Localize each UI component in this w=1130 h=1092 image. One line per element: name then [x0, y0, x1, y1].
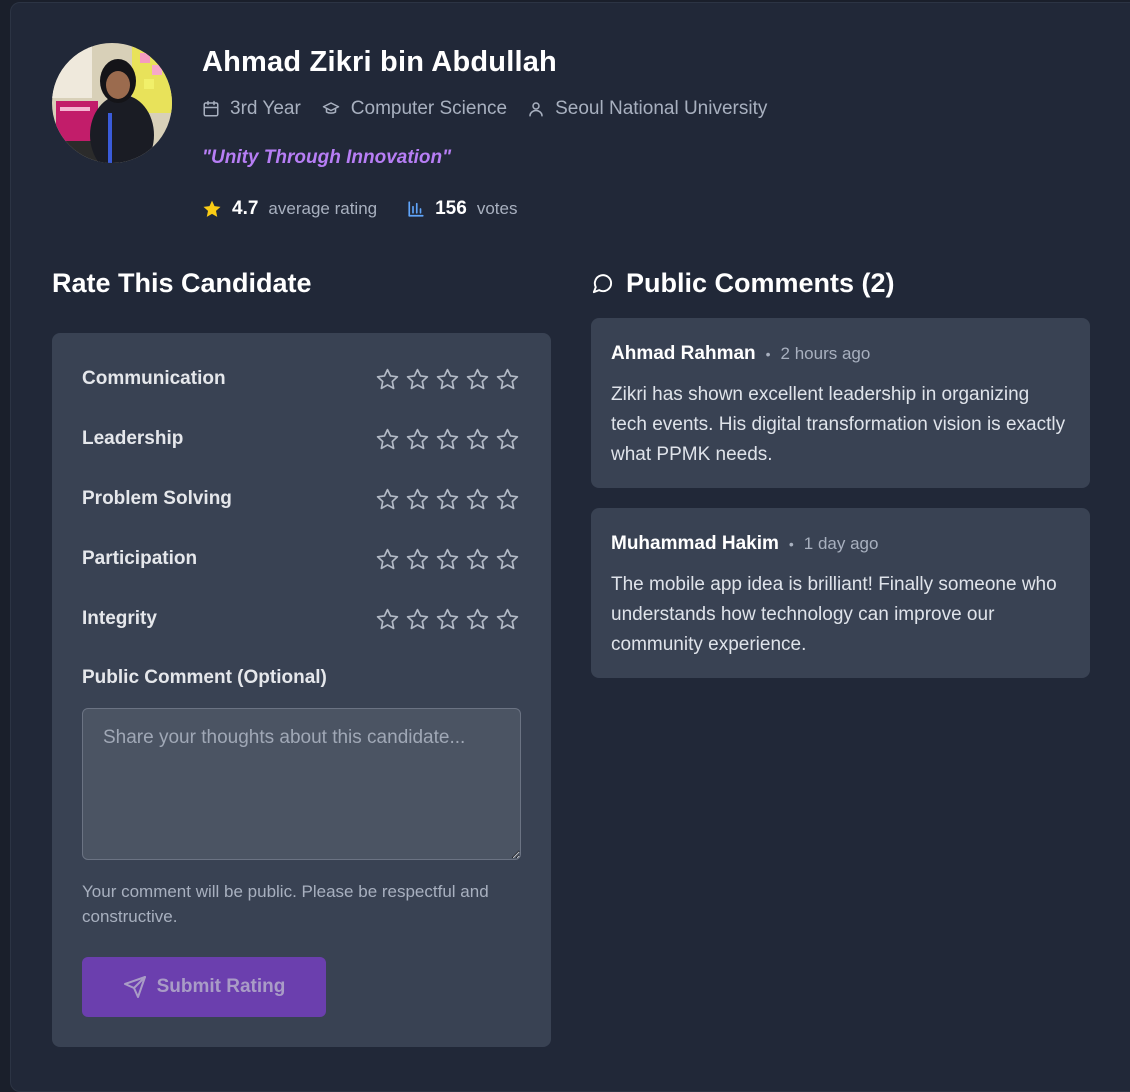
star-icon[interactable]: [492, 484, 522, 514]
program-text: Computer Science: [350, 98, 508, 119]
star-icon[interactable]: [492, 544, 522, 574]
rate-section-title: Rate This Candidate: [52, 268, 312, 298]
star-icon[interactable]: [492, 604, 522, 634]
star-icon[interactable]: [372, 544, 402, 574]
star-icon[interactable]: [462, 604, 492, 634]
criterion-label: Leadership: [82, 428, 184, 449]
star-icon[interactable]: [462, 484, 492, 514]
user-icon: [529, 102, 543, 117]
calendar-icon: [203, 100, 219, 117]
criterion-label: Integrity: [82, 608, 157, 629]
votes-value: 156: [435, 198, 467, 219]
star-icon[interactable]: [402, 484, 432, 514]
star-icon[interactable]: [432, 364, 462, 394]
comment-header: Muhammad Hakim • 1 day ago: [611, 530, 1070, 558]
meta-year: 3rd Year: [202, 98, 301, 120]
star-icon[interactable]: [492, 424, 522, 454]
separator-dot: •: [788, 536, 794, 552]
comment-card: Ahmad Rahman • 2 hours ago Zikri has sho…: [591, 318, 1090, 488]
bar-chart-icon: [408, 201, 424, 217]
candidate-name: Ahmad Zikri bin Abdullah: [202, 46, 557, 78]
vote-count: 156 votes: [407, 198, 517, 220]
star-icon[interactable]: [492, 364, 522, 394]
rating-row-leadership: Leadership: [82, 424, 522, 454]
rating-row-problem-solving: Problem Solving: [82, 484, 522, 514]
star-icon[interactable]: [402, 604, 432, 634]
comment-author: Muhammad Hakim: [611, 533, 779, 554]
comment-author: Ahmad Rahman: [611, 343, 756, 364]
rating-form: Communication Leadership Problem Solving Pa…: [52, 333, 551, 1047]
rating-row-participation: Participation: [82, 544, 522, 574]
star-icon[interactable]: [402, 364, 432, 394]
rating-row-communication: Communication: [82, 364, 522, 394]
votes-label: votes: [476, 199, 518, 218]
submit-rating-button[interactable]: Submit Rating: [82, 957, 326, 1017]
rating-label: average rating: [268, 199, 378, 218]
candidate-avatar: [52, 43, 172, 163]
comment-time: 1 day ago: [803, 534, 879, 553]
average-rating: 4.7 average rating: [202, 198, 377, 220]
star-icon[interactable]: [462, 364, 492, 394]
star-icon[interactable]: [462, 424, 492, 454]
candidate-slogan: "Unity Through Innovation": [202, 147, 452, 168]
comment-time: 2 hours ago: [780, 344, 871, 363]
meta-university: Seoul National University: [527, 98, 767, 120]
star-icon[interactable]: [372, 604, 402, 634]
star-icon[interactable]: [432, 484, 462, 514]
comment-input[interactable]: [82, 708, 521, 860]
star-rating: [372, 484, 522, 514]
star-filled-icon: [203, 200, 221, 217]
rating-row-integrity: Integrity: [82, 604, 522, 634]
comment-text: The mobile app idea is brilliant! Finall…: [611, 574, 1057, 655]
star-rating: [372, 604, 522, 634]
star-icon[interactable]: [402, 424, 432, 454]
star-icon[interactable]: [372, 484, 402, 514]
comment-label: Public Comment (Optional): [82, 667, 327, 688]
candidate-meta: 3rd Year Computer Science Seoul National…: [202, 96, 787, 122]
comment-card: Muhammad Hakim • 1 day ago The mobile ap…: [591, 508, 1090, 678]
star-icon[interactable]: [462, 544, 492, 574]
comment-text: Zikri has shown excellent leadership in …: [611, 384, 1066, 465]
criterion-label: Communication: [82, 368, 226, 389]
meta-program: Computer Science: [321, 98, 507, 120]
comment-help-text: Your comment will be public. Please be r…: [82, 882, 489, 926]
comments-header: Public Comments (2): [591, 265, 895, 301]
message-circle-icon: [592, 273, 613, 293]
rating-value: 4.7: [232, 198, 259, 219]
comment-header: Ahmad Rahman • 2 hours ago: [611, 340, 1070, 368]
star-icon[interactable]: [432, 424, 462, 454]
star-icon[interactable]: [432, 604, 462, 634]
star-rating: [372, 364, 522, 394]
star-rating: [372, 544, 522, 574]
rating-stats: 4.7 average rating 156 votes: [202, 196, 547, 222]
graduation-cap-icon: [322, 102, 340, 114]
university-text: Seoul National University: [555, 98, 768, 119]
star-icon[interactable]: [402, 544, 432, 574]
separator-dot: •: [765, 346, 771, 362]
submit-label: Submit Rating: [156, 976, 286, 997]
star-icon[interactable]: [372, 424, 402, 454]
star-icon[interactable]: [372, 364, 402, 394]
send-icon: [123, 976, 146, 998]
year-text: 3rd Year: [230, 98, 301, 119]
star-icon[interactable]: [432, 544, 462, 574]
star-rating: [372, 424, 522, 454]
criterion-label: Participation: [82, 548, 198, 569]
comments-title: Public Comments (2): [626, 267, 895, 298]
criterion-label: Problem Solving: [82, 488, 232, 509]
